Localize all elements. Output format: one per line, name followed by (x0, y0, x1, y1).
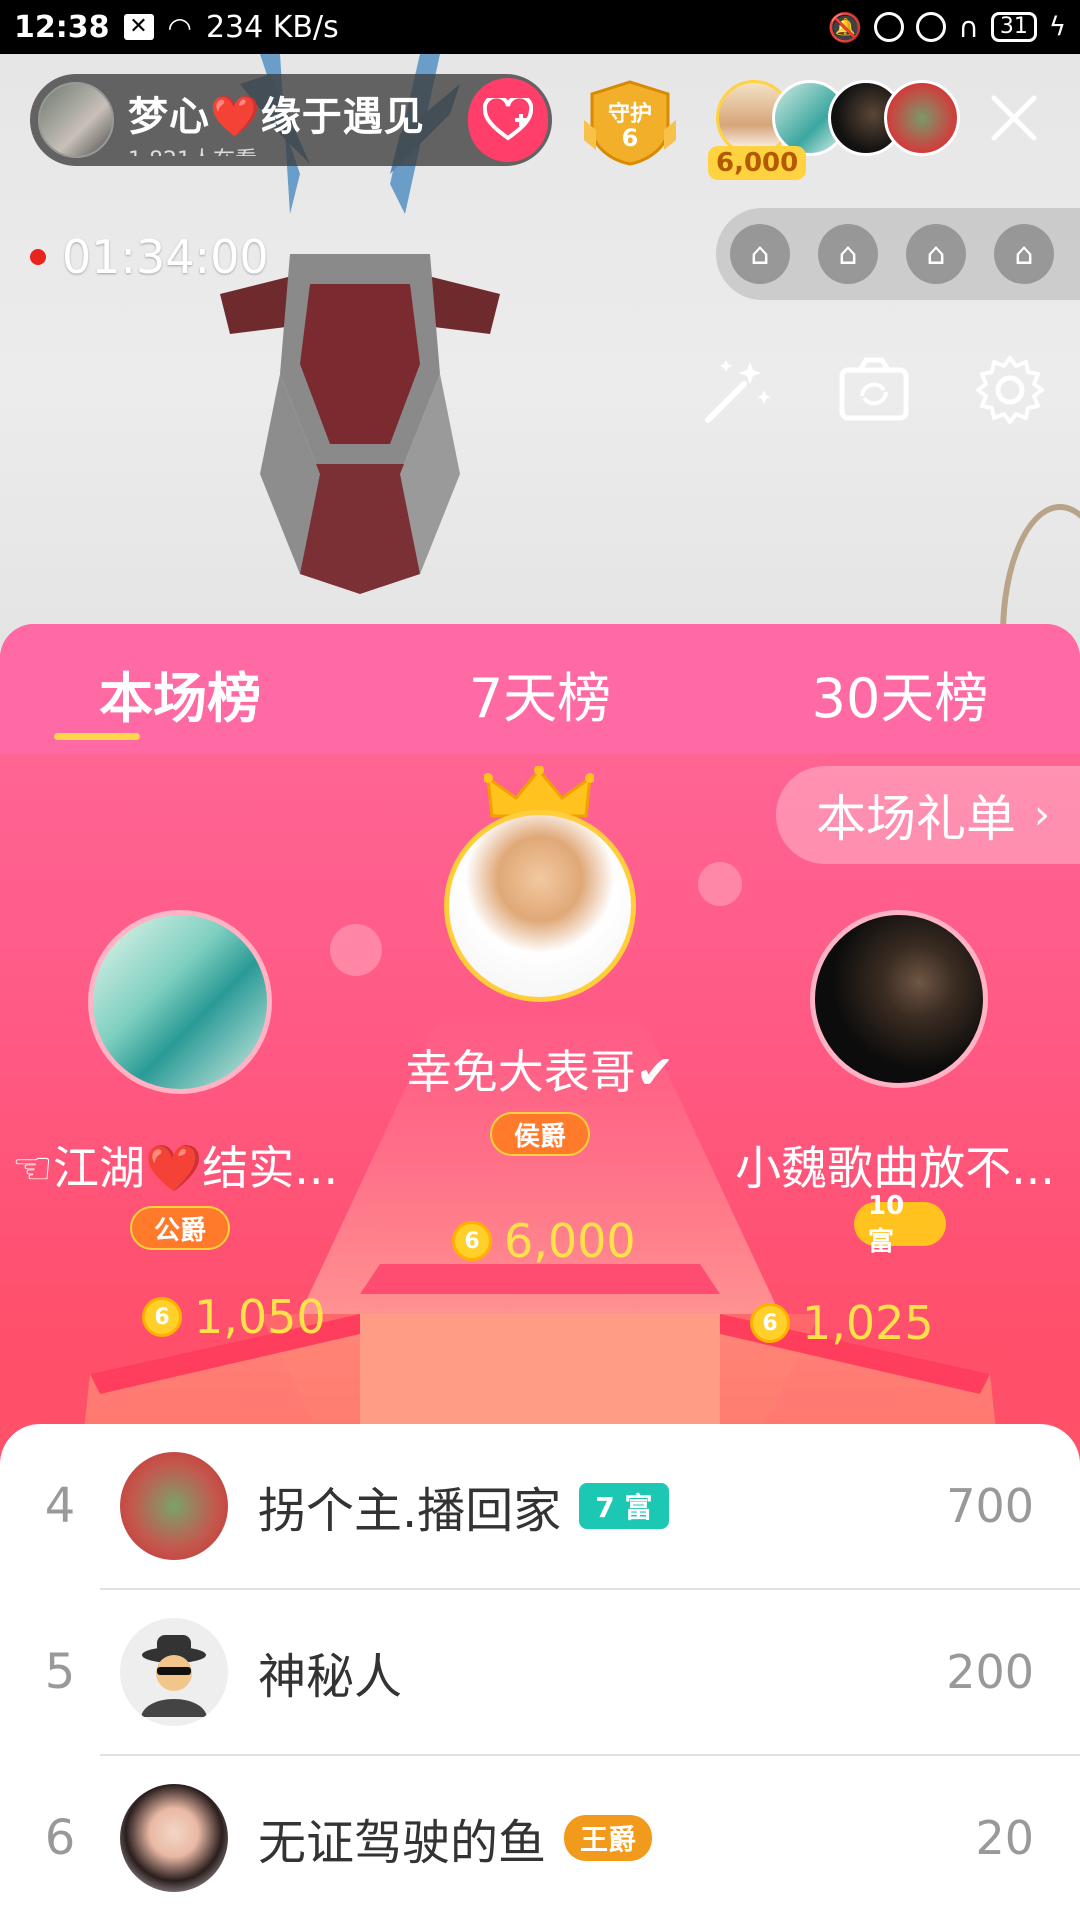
gift-list-label: 本场礼单 (816, 790, 1016, 848)
wifi-icon: ◠ (167, 10, 192, 44)
guard-count: 6 (621, 124, 639, 152)
follow-button[interactable] (468, 78, 548, 162)
host-avatar[interactable] (38, 82, 114, 158)
first-place-name: 幸免大表哥✔ (405, 1045, 675, 1099)
third-place-avatar[interactable] (810, 910, 988, 1088)
lock-rotation-icon (874, 12, 905, 42)
mute-icon: 🔕 (827, 10, 863, 44)
rank-number: 6 (44, 1810, 76, 1866)
gift-list-button[interactable]: 本场礼单 › (776, 766, 1080, 864)
tab-7-days[interactable]: 7天榜 (360, 624, 720, 754)
host-name: 梦心❤️缘于遇见 (128, 94, 425, 140)
chevron-right-icon: › (1034, 792, 1050, 838)
title-badge: 王爵 (564, 1815, 653, 1861)
amount-value: 1,025 (802, 1296, 934, 1350)
user-name: 拐个主.播回家 (258, 1483, 562, 1539)
tab-label: 本场榜 (99, 667, 261, 730)
second-place-avatar[interactable] (88, 910, 272, 1094)
score: 700 (946, 1479, 1034, 1533)
seat-bar: ⌂ ⌂ ⌂ ⌂ (716, 208, 1080, 300)
viewer-count: 1,821人在看 (128, 142, 425, 156)
user-name: 神秘人 (258, 1649, 403, 1705)
second-place-title-badge: 公爵 (130, 1206, 230, 1250)
live-timer: 01:34:00 (30, 230, 269, 284)
guard-badge[interactable]: 守护 6 (584, 80, 676, 166)
coin-icon: 6 (142, 1297, 182, 1337)
first-place-title-badge: 侯爵 (490, 1112, 590, 1156)
tab-current-session[interactable]: 本场榜 (0, 624, 360, 754)
battery-icon: 31 (990, 12, 1037, 42)
rank-number: 4 (44, 1478, 76, 1534)
user-name: 无证驾驶的鱼 (258, 1815, 547, 1871)
list-item[interactable]: 4 拐个主.播回家 7 富 700 (0, 1424, 1080, 1588)
tab-label: 30天榜 (811, 667, 989, 730)
heart-plus-icon (483, 98, 533, 141)
status-bar: 12:38 ✕ ◠ 234 KB/s 🔕 ∩ 31 ϟ (0, 0, 1080, 54)
score: 20 (975, 1811, 1034, 1865)
sofa-icon: ⌂ (926, 236, 946, 272)
network-speed: 234 KB/s (205, 9, 339, 45)
amount-value: 1,050 (194, 1290, 326, 1344)
magic-wand-icon[interactable] (700, 352, 776, 428)
ranking-tabs: 本场榜 7天榜 30天榜 (0, 624, 1080, 754)
alarm-icon (916, 12, 947, 42)
seat-4[interactable]: ⌂ (994, 224, 1054, 284)
close-icon[interactable] (984, 88, 1044, 148)
timer-text: 01:34:00 (62, 230, 269, 284)
first-place-amount: 6 6,000 (452, 1214, 636, 1268)
headphones-icon: ∩ (958, 10, 979, 44)
second-place-name: ☜江湖❤️结实... (11, 1141, 339, 1195)
list-item[interactable]: 6 无证驾驶的鱼 王爵 20 (0, 1756, 1080, 1920)
score: 200 (946, 1645, 1034, 1699)
status-time: 12:38 (14, 9, 110, 45)
mystery-user-avatar[interactable] (120, 1618, 228, 1726)
coin-icon: 6 (750, 1303, 790, 1343)
recording-dot-icon (30, 249, 46, 265)
notification-icon: ✕ (123, 14, 154, 40)
rank-number: 5 (44, 1644, 76, 1700)
seat-1[interactable]: ⌂ (730, 224, 790, 284)
coin-icon: 6 (452, 1221, 492, 1261)
first-place-avatar[interactable] (444, 810, 636, 1002)
viewer-avatar-4[interactable] (884, 80, 960, 156)
tab-30-days[interactable]: 30天榜 (720, 624, 1080, 754)
third-place-amount: 6 1,025 (750, 1296, 934, 1350)
seat-3[interactable]: ⌂ (906, 224, 966, 284)
third-place-title-badge: 10 富 (854, 1191, 946, 1257)
wealth-badge: 7 富 (579, 1483, 669, 1529)
second-place-amount: 6 1,050 (142, 1290, 326, 1344)
host-info-pill[interactable]: 梦心❤️缘于遇见 1,821人在看 (30, 74, 552, 166)
sofa-icon: ⌂ (1014, 236, 1034, 272)
tab-label: 7天榜 (468, 667, 612, 730)
ranking-list: 4 拐个主.播回家 7 富 700 5 神秘人 200 6 无证驾驶的鱼 王爵 … (0, 1424, 1080, 1920)
amount-value: 6,000 (504, 1214, 636, 1268)
third-place-name: 小魏歌曲放不... (735, 1141, 1055, 1195)
top-viewer-coins: 6,000 (708, 146, 807, 180)
charging-icon: ϟ (1048, 12, 1066, 42)
sofa-icon: ⌂ (838, 236, 858, 272)
switch-camera-icon[interactable] (836, 352, 912, 428)
active-tab-indicator (54, 733, 140, 740)
gear-icon[interactable] (972, 352, 1048, 428)
avatar[interactable] (120, 1784, 228, 1892)
seat-2[interactable]: ⌂ (818, 224, 878, 284)
spy-icon (141, 1635, 207, 1717)
avatar[interactable] (120, 1452, 228, 1560)
list-item[interactable]: 5 神秘人 200 (0, 1590, 1080, 1754)
sofa-icon: ⌂ (750, 236, 770, 272)
